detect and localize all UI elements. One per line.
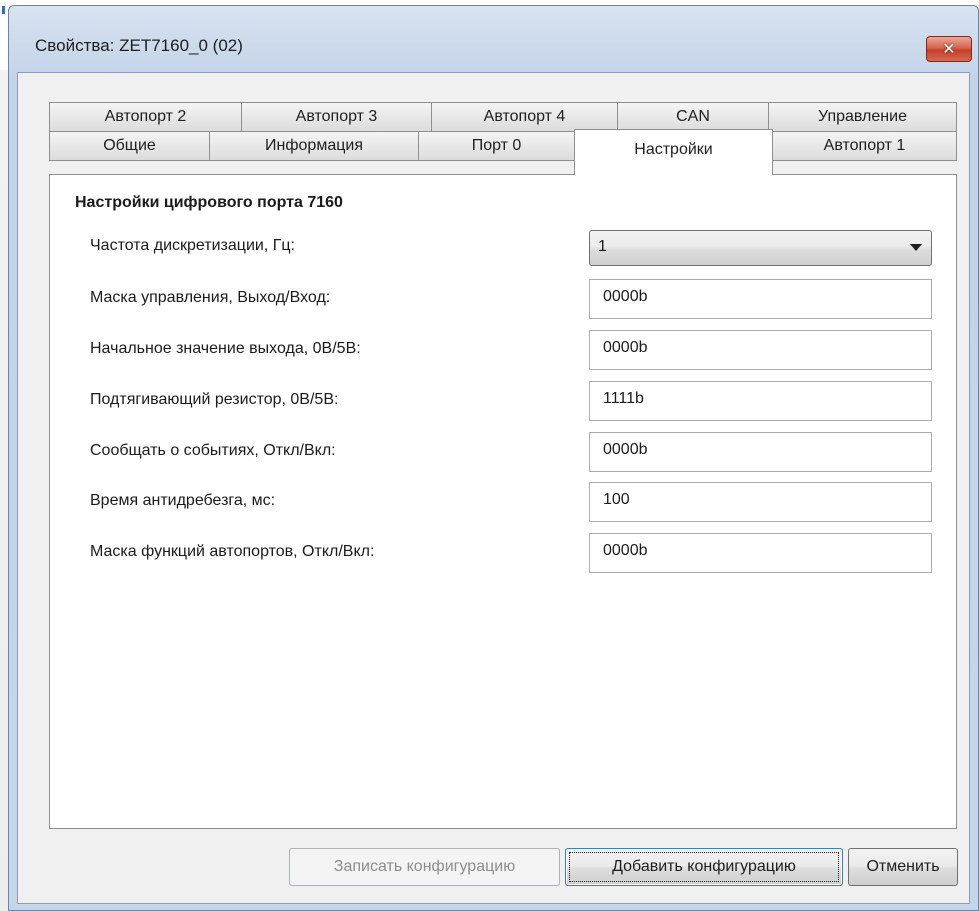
tab-label: Настройки — [634, 141, 713, 158]
event-report-label: Сообщать о событиях, Откл/Вкл: — [90, 442, 336, 459]
tab-control[interactable]: Управление — [768, 102, 957, 132]
tab-autoport-1[interactable]: Автопорт 1 — [772, 131, 957, 161]
tab-autoport-2[interactable]: Автопорт 2 — [49, 102, 242, 132]
tab-label: Информация — [265, 137, 363, 154]
tab-autoport-3[interactable]: Автопорт 3 — [241, 102, 432, 132]
autoport-mask-label: Маска функций автопортов, Откл/Вкл: — [90, 543, 375, 560]
window-title: Свойства: ZET7160_0 (02) — [35, 36, 243, 55]
autoport-mask-input[interactable]: 0000b — [589, 533, 932, 573]
tab-settings[interactable]: Настройки — [574, 129, 773, 175]
desktop-edge-mark — [2, 6, 5, 14]
desktop-edge — [0, 0, 8, 911]
initial-output-label: Начальное значение выхода, 0В/5В: — [90, 340, 361, 357]
write-config-button[interactable]: Записать конфигурацию — [289, 848, 560, 886]
debounce-time-label: Время антидребезга, мс: — [90, 492, 276, 509]
tab-can[interactable]: CAN — [617, 102, 769, 132]
close-button[interactable]: ✕ — [926, 36, 972, 62]
tab-label: Общие — [103, 137, 156, 154]
close-icon: ✕ — [942, 41, 956, 58]
tab-general[interactable]: Общие — [49, 131, 210, 161]
focus-ring — [569, 852, 839, 882]
initial-output-input[interactable]: 0000b — [589, 330, 932, 370]
tab-label: Управление — [818, 108, 907, 125]
tab-label: CAN — [676, 108, 710, 125]
tab-label: Автопорт 1 — [823, 137, 906, 154]
tab-label: Автопорт 2 — [104, 108, 187, 125]
tab-information[interactable]: Информация — [209, 131, 419, 161]
pullup-resistor-input[interactable]: 1111b — [589, 381, 932, 421]
add-config-button[interactable]: Добавить конфигурацию — [565, 848, 843, 886]
event-report-input[interactable]: 0000b — [589, 432, 932, 472]
debounce-time-input[interactable]: 100 — [589, 482, 932, 522]
control-mask-input[interactable]: 0000b — [589, 279, 932, 319]
pullup-resistor-label: Подтягивающий резистор, 0В/5В: — [90, 391, 339, 408]
settings-panel: Настройки цифрового порта 7160 Частота д… — [49, 174, 957, 829]
tab-label: Автопорт 4 — [483, 108, 566, 125]
tab-port-0[interactable]: Порт 0 — [418, 131, 575, 161]
sample-rate-select[interactable]: 1 — [589, 230, 932, 266]
dialog-client-area: Автопорт 2 Автопорт 3 Автопорт 4 CAN Упр… — [17, 72, 970, 904]
title-bar[interactable]: Свойства: ZET7160_0 (02) ✕ — [9, 6, 978, 72]
group-title: Настройки цифрового порта 7160 — [75, 194, 343, 211]
write-config-label: Записать конфигурацию — [333, 858, 516, 875]
cancel-label: Отменить — [866, 858, 940, 875]
chevron-down-icon[interactable] — [910, 244, 922, 251]
properties-dialog: Свойства: ZET7160_0 (02) ✕ Автопорт 2 Ав… — [8, 5, 979, 911]
tab-label: Порт 0 — [471, 137, 522, 154]
control-mask-label: Маска управления, Выход/Вход: — [90, 289, 331, 306]
tab-autoport-4[interactable]: Автопорт 4 — [431, 102, 618, 132]
sample-rate-value: 1 — [598, 238, 607, 255]
cancel-button[interactable]: Отменить — [848, 848, 958, 886]
tab-label: Автопорт 3 — [295, 108, 378, 125]
sample-rate-label: Частота дискретизации, Гц: — [90, 237, 295, 254]
